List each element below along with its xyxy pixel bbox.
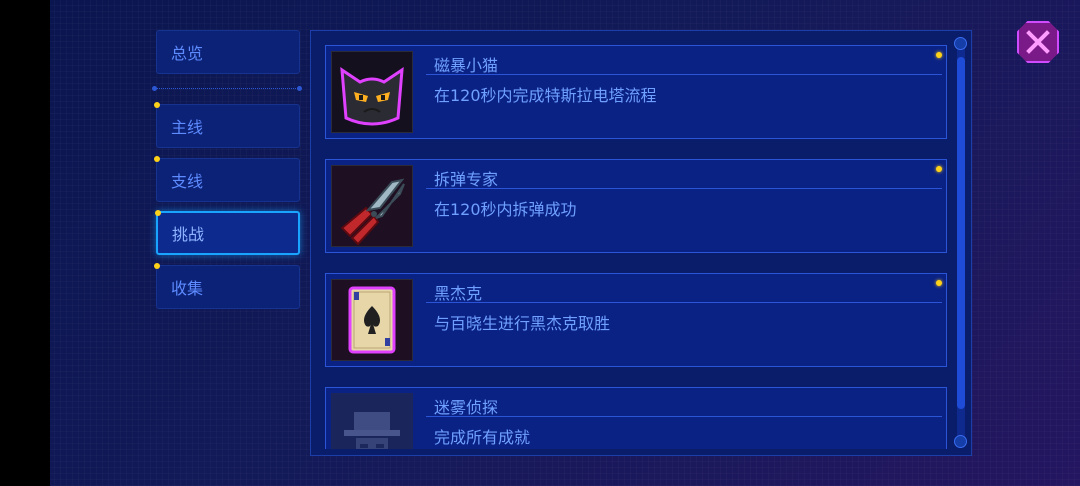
achievement-title: 迷雾侦探 (434, 398, 499, 417)
tab-divider (156, 88, 300, 91)
scrollbar-track[interactable] (957, 43, 965, 443)
achievement-item[interactable]: 磁暴小猫 在120秒内完成特斯拉电塔流程 (325, 45, 947, 139)
achievement-item[interactable]: 迷雾侦探 完成所有成就 (325, 387, 947, 449)
achievement-list[interactable]: 磁暴小猫 在120秒内完成特斯拉电塔流程 拆弹专家 在120秒内拆弹成功 黑杰克… (325, 45, 947, 449)
notification-dot (154, 102, 160, 108)
achievement-description: 完成所有成就 (434, 428, 531, 447)
notification-dot (155, 210, 161, 216)
item-divider (426, 188, 942, 189)
achievement-description: 与百晓生进行黑杰克取胜 (434, 314, 611, 333)
achievement-item[interactable]: 黑杰克 与百晓生进行黑杰克取胜 (325, 273, 947, 367)
notification-dot (936, 52, 942, 58)
tab-label: 总览 (171, 44, 204, 63)
achievement-title: 拆弹专家 (434, 170, 499, 189)
achievement-title: 磁暴小猫 (434, 56, 499, 75)
tab-label: 主线 (171, 118, 204, 137)
item-divider (426, 74, 942, 75)
scroll-up-cap (954, 37, 967, 50)
divider-dot (297, 86, 302, 91)
detective-hat-icon (331, 393, 413, 449)
tab-overview[interactable]: 总览 (156, 30, 300, 74)
notification-dot (154, 156, 160, 162)
tab-label: 收集 (171, 279, 204, 298)
scroll-down-cap (954, 435, 967, 448)
scrollbar-thumb[interactable] (957, 57, 965, 409)
tab-side-quest[interactable]: 支线 (154, 156, 300, 202)
notification-dot (936, 166, 942, 172)
tab-collection[interactable]: 收集 (154, 263, 300, 309)
item-divider (426, 302, 942, 303)
notification-dot (154, 263, 160, 269)
item-divider (426, 416, 942, 417)
achievement-description: 在120秒内完成特斯拉电塔流程 (434, 86, 657, 105)
divider-dot (152, 86, 157, 91)
tab-challenge[interactable]: 挑战 (155, 210, 300, 255)
achievement-description: 在120秒内拆弹成功 (434, 200, 577, 219)
black-cat-icon (331, 51, 413, 133)
achievement-panel: 磁暴小猫 在120秒内完成特斯拉电塔流程 拆弹专家 在120秒内拆弹成功 黑杰克… (310, 30, 972, 456)
tab-label: 支线 (171, 172, 204, 191)
achievement-title: 黑杰克 (434, 284, 483, 303)
achievement-item[interactable]: 拆弹专家 在120秒内拆弹成功 (325, 159, 947, 253)
tab-label: 挑战 (172, 225, 205, 244)
pliers-icon (331, 165, 413, 247)
notification-dot (936, 280, 942, 286)
spade-card-icon (331, 279, 413, 361)
left-edge-band (0, 0, 50, 486)
tab-main-quest[interactable]: 主线 (154, 102, 300, 148)
close-button[interactable] (1017, 21, 1059, 63)
close-icon (1026, 30, 1050, 54)
